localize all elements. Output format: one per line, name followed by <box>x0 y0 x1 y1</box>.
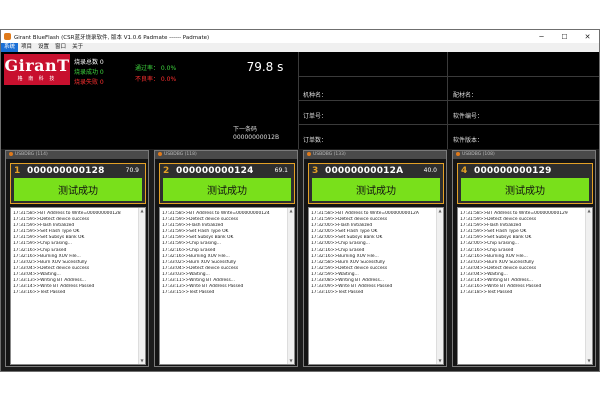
menu-system[interactable]: 系统 <box>1 43 19 52</box>
app-window: Girant BlueFlash (CSR蓝牙烧录软件, 版本 V1.0.6 P… <box>0 29 600 372</box>
panel-tab[interactable]: USBDBG (118) <box>155 151 297 159</box>
scroll-up-icon[interactable]: ▲ <box>289 209 293 213</box>
log-box[interactable]: 17:31:58>>BT Address to Write=0000000001… <box>10 207 146 365</box>
device-number: 2 <box>163 166 170 176</box>
device-card: 1 000000000128 70.9 测试成功 <box>10 163 146 204</box>
log-box[interactable]: 17:31:58>>BT Address to Write=0000000001… <box>308 207 444 365</box>
log-scrollbar[interactable]: ▲ ▼ <box>138 208 145 364</box>
log-lines: 17:31:58>>BT Address to Write=0000000001… <box>311 211 435 296</box>
software-id-label: 软件编号： <box>453 113 484 120</box>
status-dot-icon <box>307 151 311 156</box>
log-box[interactable]: 17:31:58>>BT Address to Write=0000000001… <box>457 207 593 365</box>
machine-name-label: 机种名： <box>303 92 328 99</box>
log-lines: 17:31:58>>BT Address to Write=0000000001… <box>13 211 137 296</box>
bt-address: 000000000124 <box>176 166 254 176</box>
fail-rate: 不良率： 0.0% <box>135 76 177 83</box>
header-divider <box>298 124 599 125</box>
log-scrollbar[interactable]: ▲ ▼ <box>436 208 443 364</box>
log-scrollbar[interactable]: ▲ ▼ <box>585 208 592 364</box>
test-status-badge: 测试成功 <box>163 178 291 201</box>
app-icon <box>4 33 11 40</box>
config-name-label: 配材名： <box>453 92 478 99</box>
scroll-down-icon[interactable]: ▼ <box>587 359 591 363</box>
log-lines: 17:31:58>>BT Address to Write=0000000001… <box>460 211 584 296</box>
status-dot-icon <box>9 151 13 156</box>
test-status-badge: 测试成功 <box>461 178 589 201</box>
window-title: Girant BlueFlash (CSR蓝牙烧录软件, 版本 V1.0.6 P… <box>14 34 210 41</box>
log-box[interactable]: 17:31:58>>BT Address to Write=0000000001… <box>159 207 295 365</box>
menu-settings[interactable]: 设置 <box>35 43 52 52</box>
logo-subtext: 格 南 科 技 <box>17 75 57 82</box>
maximize-button[interactable]: ☐ <box>553 30 576 43</box>
order-count-label: 订单数： <box>303 137 328 144</box>
device-number: 1 <box>14 166 21 176</box>
panel-tab-label: USBDBG (118) <box>164 152 197 157</box>
device-panel-3: USBDBG (133) 3 00000000012A 40.0 测试成功 17… <box>303 150 447 367</box>
elapsed-seconds: 70.9 <box>125 167 139 174</box>
total-count: 烧录总数 0 <box>74 59 104 66</box>
status-dot-icon <box>158 151 162 156</box>
scroll-down-icon[interactable]: ▼ <box>140 359 144 363</box>
log-scrollbar[interactable]: ▲ ▼ <box>287 208 294 364</box>
device-panel-1: USBDBG (114) 1 000000000128 70.9 测试成功 17… <box>5 150 149 367</box>
menu-window[interactable]: 窗口 <box>52 43 69 52</box>
status-header: GiranT 格 南 科 技 烧录总数 0 烧录成功 0 烧录失败 0 通过率：… <box>1 52 599 149</box>
bt-address: 000000000128 <box>27 166 105 176</box>
panel-tab-label: USBDBG (114) <box>15 152 48 157</box>
scroll-down-icon[interactable]: ▼ <box>289 359 293 363</box>
panel-tab[interactable]: USBDBG (108) <box>453 151 595 159</box>
device-number: 4 <box>461 166 468 176</box>
panel-tab-label: USBDBG (108) <box>462 152 495 157</box>
pass-rate: 通过率： 0.0% <box>135 65 177 72</box>
device-card: 4 000000000129 测试成功 <box>457 163 593 204</box>
software-version-label: 软件版本： <box>453 137 484 144</box>
status-dot-icon <box>456 151 460 156</box>
device-card: 3 00000000012A 40.0 测试成功 <box>308 163 444 204</box>
device-panel-2: USBDBG (118) 2 000000000124 69.1 测试成功 17… <box>154 150 298 367</box>
menu-about[interactable]: 关于 <box>69 43 86 52</box>
company-logo: GiranT 格 南 科 技 <box>4 54 70 85</box>
panel-tab[interactable]: USBDBG (114) <box>6 151 148 159</box>
fail-count: 烧录失败 0 <box>74 79 104 86</box>
test-status-badge: 测试成功 <box>14 178 142 201</box>
logo-text: GiranT <box>4 55 70 75</box>
device-card: 2 000000000124 69.1 测试成功 <box>159 163 295 204</box>
elapsed-timer: 79.8 s <box>246 60 284 74</box>
next-barcode-label: 下一条码 <box>233 126 258 133</box>
scroll-up-icon[interactable]: ▲ <box>587 209 591 213</box>
elapsed-seconds: 40.0 <box>423 167 437 174</box>
header-divider <box>298 100 599 101</box>
scroll-down-icon[interactable]: ▼ <box>438 359 442 363</box>
panel-tab[interactable]: USBDBG (133) <box>304 151 446 159</box>
success-count: 烧录成功 0 <box>74 69 104 76</box>
title-bar: Girant BlueFlash (CSR蓝牙烧录软件, 版本 V1.0.6 P… <box>1 30 599 43</box>
menu-project[interactable]: 项目 <box>18 43 35 52</box>
test-status-badge: 测试成功 <box>312 178 440 201</box>
menu-bar: 系统 项目 设置 窗口 关于 <box>1 43 599 52</box>
close-button[interactable]: ✕ <box>576 30 599 43</box>
header-divider <box>298 76 599 77</box>
scroll-up-icon[interactable]: ▲ <box>140 209 144 213</box>
elapsed-seconds: 69.1 <box>274 167 288 174</box>
bt-address: 000000000129 <box>474 166 552 176</box>
device-number: 3 <box>312 166 319 176</box>
log-lines: 17:31:58>>BT Address to Write=0000000001… <box>162 211 286 296</box>
log-line: 17:33:15>>Test Passed <box>162 290 215 296</box>
minimize-button[interactable]: ─ <box>530 30 553 43</box>
log-line: 17:33:10>>Test Passed <box>311 290 364 296</box>
order-number-label: 订单号： <box>303 113 328 120</box>
log-line: 17:33:16>>Test Passed <box>13 290 66 296</box>
bt-address: 00000000012A <box>325 166 404 176</box>
log-line: 17:33:18>>Test Passed <box>460 290 513 296</box>
panel-tab-label: USBDBG (133) <box>313 152 346 157</box>
scroll-up-icon[interactable]: ▲ <box>438 209 442 213</box>
next-barcode-value: 00000000012B <box>233 134 280 141</box>
device-panel-4: USBDBG (108) 4 000000000129 测试成功 17:31:5… <box>452 150 596 367</box>
